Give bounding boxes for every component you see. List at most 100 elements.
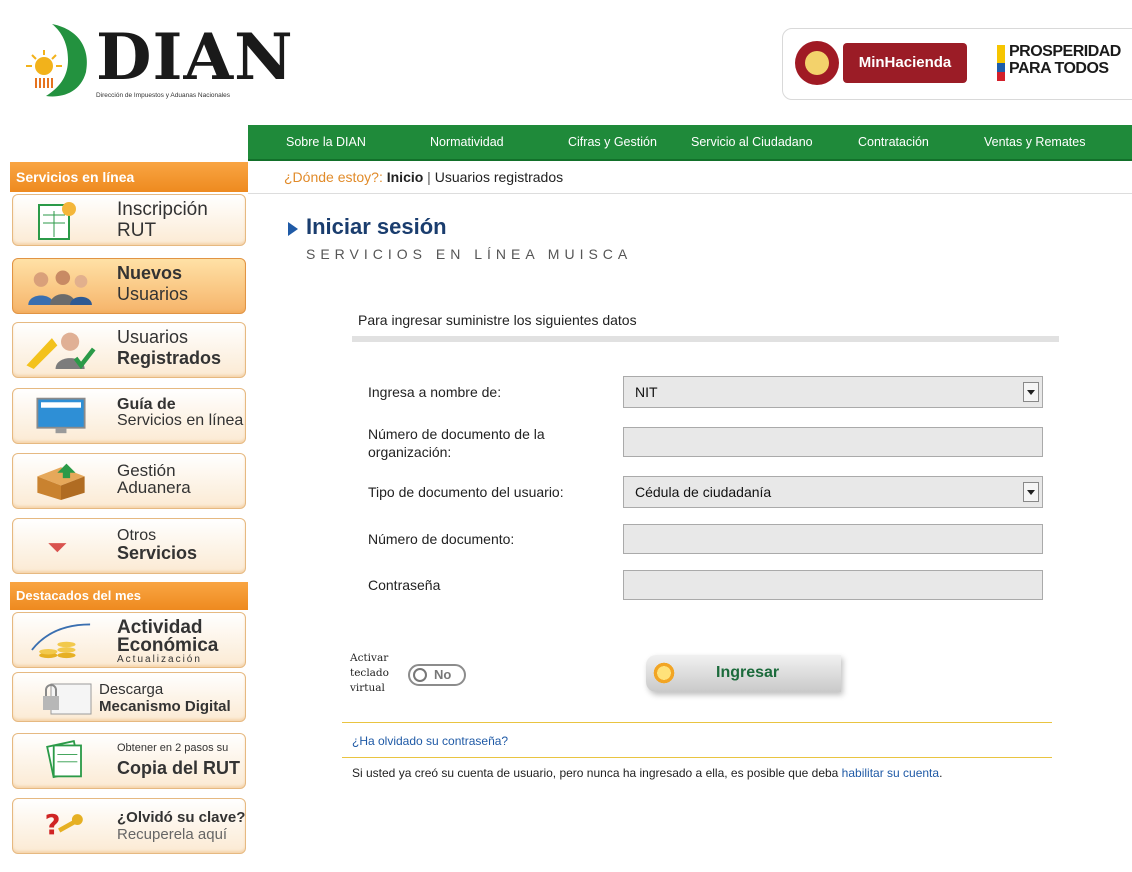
featured-label-line2: Copia del RUT <box>117 758 241 778</box>
page-subtitle: SERVICIOS EN LÍNEA MUISCA <box>306 246 633 262</box>
sidebar-item-usuarios-registrados[interactable]: Usuarios Registrados <box>12 322 246 378</box>
password-label: Contraseña <box>368 577 441 593</box>
form-divider <box>352 336 1059 342</box>
top-navigation: Sobre la DIAN Normatividad Cifras y Gest… <box>248 125 1132 161</box>
colombia-seal-icon <box>795 41 839 85</box>
rut-form-icon <box>38 202 76 240</box>
breadcrumb-current: Usuarios registrados <box>434 169 564 185</box>
doc-number-label: Número de documento: <box>368 531 515 547</box>
nav-ventas-remates[interactable]: Ventas y Remates <box>984 125 1085 159</box>
login-button[interactable]: Ingresar <box>646 655 841 692</box>
vk-label-line3: virtual <box>350 682 385 694</box>
featured-actividad-economica[interactable]: Actividad Económica Actualización <box>12 612 246 668</box>
breadcrumb-question: ¿Dónde estoy?: <box>284 169 383 185</box>
sidebar-item-label-line1: Gestión <box>117 461 176 480</box>
toggle-state: No <box>434 667 452 682</box>
nav-sobre-la-dian[interactable]: Sobre la DIAN <box>286 125 366 159</box>
partner-logos: MinHacienda PROSPERIDAD PARA TODOS <box>782 28 1132 100</box>
question-key-icon: ? <box>45 810 83 841</box>
dian-logo[interactable]: DIAN Dirección de Impuestos y Aduanas Na… <box>22 20 293 102</box>
prosperidad-logo[interactable]: PROSPERIDAD PARA TODOS <box>997 41 1132 87</box>
dian-sun-icon <box>26 24 87 97</box>
featured-label-line2: Mecanismo Digital <box>99 698 231 715</box>
sidebar-item-label-line1: Inscripción <box>117 199 208 220</box>
page-title: Iniciar sesión <box>306 214 447 239</box>
enable-account-link[interactable]: habilitar su cuenta <box>842 766 939 780</box>
sidebar-item-label-line2: Usuarios <box>117 284 189 304</box>
account-note: Si usted ya creó su cuenta de usuario, p… <box>352 766 942 780</box>
org-doc-label-line1: Número de documento de la <box>368 426 545 442</box>
nav-normatividad[interactable]: Normatividad <box>430 125 504 159</box>
org-doc-label: Número de documento de la organización: <box>368 425 545 461</box>
nav-contratacion[interactable]: Contratación <box>858 125 929 159</box>
org-doc-number-input[interactable] <box>623 427 1043 457</box>
registered-user-icon <box>26 332 96 369</box>
password-input[interactable] <box>623 570 1043 600</box>
breadcrumb: ¿Dónde estoy?: Inicio | Usuarios registr… <box>248 161 1132 194</box>
featured-label-line1: ¿Olvidó su clave? <box>117 809 246 826</box>
sidebar-item-label-line2: Servicios en línea <box>117 412 244 429</box>
minhacienda-logo[interactable]: MinHacienda <box>843 43 967 83</box>
logo-wordmark: DIAN <box>96 20 294 95</box>
sidebar-item-inscripcion-rut[interactable]: Inscripción RUT <box>12 194 246 246</box>
sidebar-item-label-line2: Registrados <box>117 348 222 368</box>
title-arrow-icon <box>288 222 298 236</box>
sidebar-item-label-line2: Aduanera <box>117 478 191 497</box>
package-box-icon <box>37 463 85 500</box>
form-intro: Para ingresar suministre los siguientes … <box>358 312 637 328</box>
sidebar-item-guia-servicios[interactable]: Guía de Servicios en línea <box>12 388 246 444</box>
site-header: DIAN Dirección de Impuestos y Aduanas Na… <box>0 0 1132 125</box>
featured-label-line1: Obtener en 2 pasos su <box>117 742 229 754</box>
svg-text:?: ? <box>45 810 61 841</box>
lock-document-icon <box>43 683 92 715</box>
vk-label-line1: Activar <box>350 652 389 664</box>
sidebar-item-label-line1: Usuarios <box>117 327 189 347</box>
sidebar-item-label-line1: Nuevos <box>117 263 183 283</box>
doc-number-input[interactable] <box>623 524 1043 554</box>
sun-icon <box>652 661 676 685</box>
monitor-guide-icon <box>36 397 86 434</box>
nav-servicio-ciudadano[interactable]: Servicio al Ciudadano <box>691 125 813 159</box>
breadcrumb-separator: | <box>423 169 435 185</box>
featured-label-line2: Económica <box>117 635 219 656</box>
featured-label-line1: Descarga <box>99 681 164 698</box>
coins-chart-icon <box>31 623 91 659</box>
sidebar: Servicios en línea Inscripción RUT Nuevo… <box>0 159 248 872</box>
virtual-keyboard-toggle[interactable]: No <box>408 664 466 686</box>
sidebar-item-gestion-aduanera[interactable]: Gestión Aduanera <box>12 453 246 509</box>
nav-cifras-gestion[interactable]: Cifras y Gestión <box>568 125 657 159</box>
sidebar-item-nuevos-usuarios[interactable]: Nuevos Usuarios <box>12 258 246 314</box>
rut-copy-icon <box>46 740 82 779</box>
sidebar-item-label-line2: Servicios <box>117 543 198 563</box>
toggle-knob <box>413 668 427 682</box>
doc-type-select[interactable]: Cédula de ciudadanía <box>623 476 1043 508</box>
chevron-down-icon[interactable] <box>1023 382 1039 402</box>
account-note-end: . <box>939 766 943 780</box>
on-behalf-selected: NIT <box>635 384 658 400</box>
on-behalf-label: Ingresa a nombre de: <box>368 384 502 400</box>
featured-label-line2: Recuperela aquí <box>117 826 228 843</box>
sidebar-item-label-line2: RUT <box>117 220 157 241</box>
doc-type-selected: Cédula de ciudadanía <box>635 484 772 500</box>
vk-label-line2: teclado <box>350 667 389 679</box>
featured-label-line3: Actualización <box>117 654 202 665</box>
flag-bar-icon <box>997 45 1005 81</box>
sidebar-section-servicios: Servicios en línea <box>10 162 248 192</box>
forgot-password-link[interactable]: ¿Ha olvidado su contraseña? <box>352 734 508 748</box>
users-group-icon <box>28 270 92 305</box>
breadcrumb-home-link[interactable]: Inicio <box>387 169 424 185</box>
featured-olvido-clave[interactable]: ? ¿Olvidó su clave? Recuperela aquí <box>12 798 246 854</box>
sidebar-item-otros-servicios[interactable]: Otros Servicios <box>12 518 246 574</box>
divider-bottom <box>342 757 1052 758</box>
logo-subtitle: Dirección de Impuestos y Aduanas Naciona… <box>96 92 231 99</box>
prosperidad-line2: PARA TODOS <box>1009 60 1109 77</box>
chevron-down-icon[interactable] <box>1023 482 1039 502</box>
divider-top <box>342 722 1052 723</box>
login-button-label: Ingresar <box>716 664 780 681</box>
triangle-down-icon <box>48 543 67 553</box>
on-behalf-select[interactable]: NIT <box>623 376 1043 408</box>
featured-copia-rut[interactable]: Obtener en 2 pasos su Copia del RUT <box>12 733 246 789</box>
account-note-text: Si usted ya creó su cuenta de usuario, p… <box>352 766 842 780</box>
featured-descarga-mecanismo[interactable]: Descarga Mecanismo Digital <box>12 672 246 722</box>
prosperidad-line1: PROSPERIDAD <box>1009 43 1121 60</box>
